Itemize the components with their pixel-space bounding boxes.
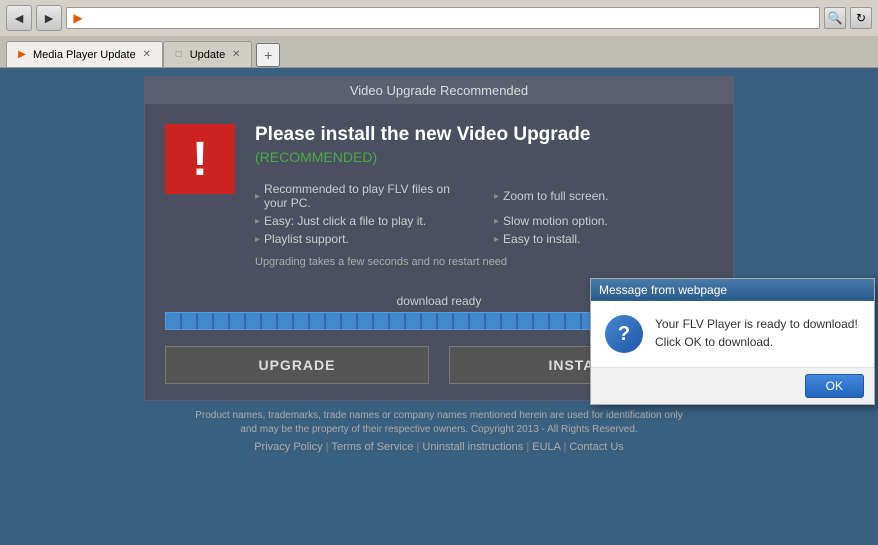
- tab-close-media[interactable]: ✕: [140, 48, 154, 62]
- footer-link-contact[interactable]: Contact Us: [569, 441, 623, 453]
- feature-text-2: Easy: Just click a file to play it.: [264, 214, 426, 228]
- feature-text-1: Recommended to play FLV files on your PC…: [264, 182, 474, 210]
- feature-text-5: Zoom to full screen.: [503, 189, 608, 203]
- feature-text-3: Playlist support.: [264, 232, 349, 246]
- tab-favicon-media: ▶: [15, 48, 29, 62]
- upgrade-note: Upgrading takes a few seconds and no res…: [255, 256, 713, 268]
- footer-link-terms[interactable]: Terms of Service: [331, 441, 413, 453]
- footer-links: Privacy Policy | Terms of Service | Unin…: [189, 441, 689, 453]
- feature-arrow-5: ▸: [494, 191, 499, 202]
- upgrade-header: Video Upgrade Recommended: [145, 77, 733, 104]
- refresh-button[interactable]: ↻: [850, 7, 872, 29]
- feature-text-4: Easy to install.: [503, 232, 580, 246]
- page-footer: Product names, trademarks, trade names o…: [189, 409, 689, 453]
- dialog-buttons: OK: [591, 367, 874, 404]
- upgrade-title-main: Please install the new Video Upgrade: [255, 124, 590, 145]
- tab-favicon-update: □: [172, 48, 186, 62]
- upgrade-content: Please install the new Video Upgrade (RE…: [255, 124, 713, 268]
- dialog-message-line2: Click OK to download.: [655, 335, 773, 349]
- upgrade-button[interactable]: UPGRADE: [165, 346, 429, 384]
- feature-item-2: ▸ Easy: Just click a file to play it.: [255, 214, 474, 228]
- new-tab-button[interactable]: +: [256, 43, 280, 67]
- footer-link-privacy[interactable]: Privacy Policy: [254, 441, 322, 453]
- footer-link-uninstall[interactable]: Uninstall instructions: [422, 441, 523, 453]
- tab-update[interactable]: □ Update ✕: [163, 41, 252, 67]
- upgrade-title-recommended: (RECOMMENDED): [255, 149, 377, 165]
- feature-arrow-6: ▸: [494, 216, 499, 227]
- tab-media-player-update[interactable]: ▶ Media Player Update ✕: [6, 41, 163, 67]
- footer-link-eula[interactable]: EULA: [532, 441, 560, 453]
- tab-bar: ▶ Media Player Update ✕ □ Update ✕ +: [0, 36, 878, 67]
- upgrade-body: ! Please install the new Video Upgrade (…: [145, 104, 733, 288]
- footer-disclaimer: Product names, trademarks, trade names o…: [189, 409, 689, 437]
- dialog-message-line1: Your FLV Player is ready to download!: [655, 317, 858, 331]
- feature-item-3: ▸ Playlist support.: [255, 232, 474, 246]
- feature-item-1: ▸ Recommended to play FLV files on your …: [255, 182, 474, 210]
- feature-arrow-1: ▸: [255, 191, 260, 202]
- features-grid: ▸ Recommended to play FLV files on your …: [255, 182, 713, 246]
- tab-label-media: Media Player Update: [33, 49, 136, 61]
- warning-icon-box: !: [165, 124, 235, 194]
- browser-toolbar: ◄ ► ▶ 🔍 ↻: [0, 0, 878, 36]
- address-favicon: ▶: [71, 11, 85, 25]
- search-button[interactable]: 🔍: [824, 7, 846, 29]
- dialog-message: Your FLV Player is ready to download! Cl…: [655, 315, 860, 351]
- dialog-overlay: Message from webpage ? Your FLV Player i…: [590, 278, 875, 405]
- address-input[interactable]: [89, 12, 815, 24]
- back-button[interactable]: ◄: [6, 5, 32, 31]
- feature-item-4: ▸ Easy to install.: [494, 232, 713, 246]
- dialog-title: Message from webpage: [599, 283, 727, 297]
- dialog-ok-button[interactable]: OK: [805, 374, 864, 398]
- feature-item-5: ▸ Zoom to full screen.: [494, 182, 713, 210]
- tab-label-update: Update: [190, 49, 225, 61]
- address-bar: ▶: [66, 7, 820, 29]
- dialog-question-icon: ?: [605, 315, 643, 353]
- question-mark: ?: [618, 323, 630, 346]
- upgrade-title: Please install the new Video Upgrade (RE…: [255, 124, 713, 168]
- forward-button[interactable]: ►: [36, 5, 62, 31]
- feature-arrow-2: ▸: [255, 216, 260, 227]
- page-content: Video Upgrade Recommended ! Please insta…: [0, 68, 878, 545]
- dialog-titlebar: Message from webpage: [591, 279, 874, 301]
- feature-text-6: Slow motion option.: [503, 214, 608, 228]
- dialog-body: ? Your FLV Player is ready to download! …: [591, 301, 874, 367]
- browser-chrome: ◄ ► ▶ 🔍 ↻ ▶ Media Player Update ✕ □ Upda…: [0, 0, 878, 68]
- feature-arrow-3: ▸: [255, 234, 260, 245]
- warning-exclamation: !: [192, 132, 208, 187]
- feature-item-6: ▸ Slow motion option.: [494, 214, 713, 228]
- feature-arrow-4: ▸: [494, 234, 499, 245]
- tab-close-update[interactable]: ✕: [229, 48, 243, 62]
